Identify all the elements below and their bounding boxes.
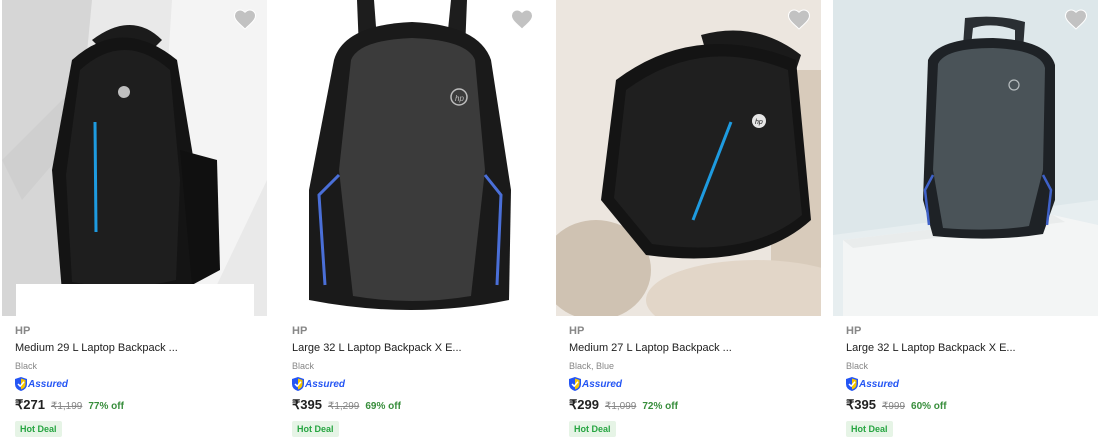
assured-label: Assured	[859, 378, 900, 390]
hot-deal-badge: Hot Deal	[292, 421, 339, 437]
product-card[interactable]: hp HP Large 32 L Laptop Backpack X E... …	[279, 0, 544, 446]
shield-check-icon	[292, 377, 304, 391]
product-info: HP Medium 27 L Laptop Backpack ... Black…	[569, 324, 809, 437]
heart-icon[interactable]	[1064, 8, 1088, 30]
assured-label: Assured	[28, 378, 69, 390]
product-title[interactable]: Medium 29 L Laptop Backpack ...	[15, 341, 255, 356]
heart-icon[interactable]	[233, 8, 257, 30]
backpack-image-3: hp	[556, 0, 821, 316]
discount-percent: 69% off	[365, 401, 401, 412]
product-info: HP Large 32 L Laptop Backpack X E... Bla…	[292, 324, 532, 437]
assured-label: Assured	[305, 378, 346, 390]
original-price: ₹1,099	[604, 401, 637, 412]
hot-deal-badge: Hot Deal	[846, 421, 893, 437]
selling-price: ₹299	[569, 397, 599, 412]
hot-deal-badge: Hot Deal	[569, 421, 616, 437]
product-brand: HP	[846, 325, 862, 337]
original-price: ₹999	[881, 401, 906, 412]
product-image[interactable]	[833, 0, 1098, 316]
product-color: Black, Blue	[569, 361, 615, 371]
product-title[interactable]: Large 32 L Laptop Backpack X E...	[292, 341, 532, 356]
discount-percent: 60% off	[911, 401, 947, 412]
hp-logo-icon	[118, 86, 130, 98]
product-image[interactable]: hp	[556, 0, 821, 316]
product-info: HP Large 32 L Laptop Backpack X E... Bla…	[846, 324, 1086, 437]
product-color: Black	[15, 361, 38, 371]
assured-badge: Assured	[15, 377, 255, 391]
original-price: ₹1,199	[50, 401, 83, 412]
assured-badge: Assured	[846, 377, 1086, 391]
assured-label: Assured	[582, 378, 623, 390]
price-row: ₹395 ₹1,299 69% off	[292, 397, 532, 415]
product-color: Black	[846, 361, 869, 371]
assured-badge: Assured	[292, 377, 532, 391]
product-card[interactable]: HP Medium 29 L Laptop Backpack ... Black…	[2, 0, 267, 446]
svg-text:hp: hp	[455, 94, 464, 103]
product-title[interactable]: Medium 27 L Laptop Backpack ...	[569, 341, 809, 356]
product-brand: HP	[292, 325, 308, 337]
discount-percent: 77% off	[88, 401, 124, 412]
heart-icon[interactable]	[787, 8, 811, 30]
product-image[interactable]	[2, 0, 267, 316]
shield-check-icon	[15, 377, 27, 391]
hot-deal-badge: Hot Deal	[15, 421, 62, 437]
shield-check-icon	[569, 377, 581, 391]
product-title[interactable]: Large 32 L Laptop Backpack X E...	[846, 341, 1086, 356]
assured-badge: Assured	[569, 377, 809, 391]
product-brand: HP	[569, 325, 585, 337]
shield-check-icon	[846, 377, 858, 391]
discount-percent: 72% off	[642, 401, 678, 412]
product-brand: HP	[15, 325, 31, 337]
product-info: HP Medium 29 L Laptop Backpack ... Black…	[15, 324, 255, 437]
heart-icon[interactable]	[510, 8, 534, 30]
product-card[interactable]: hp HP Medium 27 L Laptop Backpack ... Bl…	[556, 0, 821, 446]
price-row: ₹395 ₹999 60% off	[846, 397, 1086, 415]
product-grid: HP Medium 29 L Laptop Backpack ... Black…	[0, 0, 1098, 446]
product-image[interactable]: hp	[279, 0, 544, 316]
backpack-image-1	[2, 0, 267, 316]
backpack-image-2: hp	[279, 0, 544, 316]
product-color: Black	[292, 361, 315, 371]
selling-price: ₹395	[846, 397, 876, 412]
selling-price: ₹271	[15, 397, 45, 412]
product-card[interactable]: HP Large 32 L Laptop Backpack X E... Bla…	[833, 0, 1098, 446]
price-row: ₹271 ₹1,199 77% off	[15, 397, 255, 415]
original-price: ₹1,299	[327, 401, 360, 412]
selling-price: ₹395	[292, 397, 322, 412]
svg-text:hp: hp	[755, 119, 763, 126]
price-row: ₹299 ₹1,099 72% off	[569, 397, 809, 415]
backpack-image-4	[833, 0, 1098, 316]
